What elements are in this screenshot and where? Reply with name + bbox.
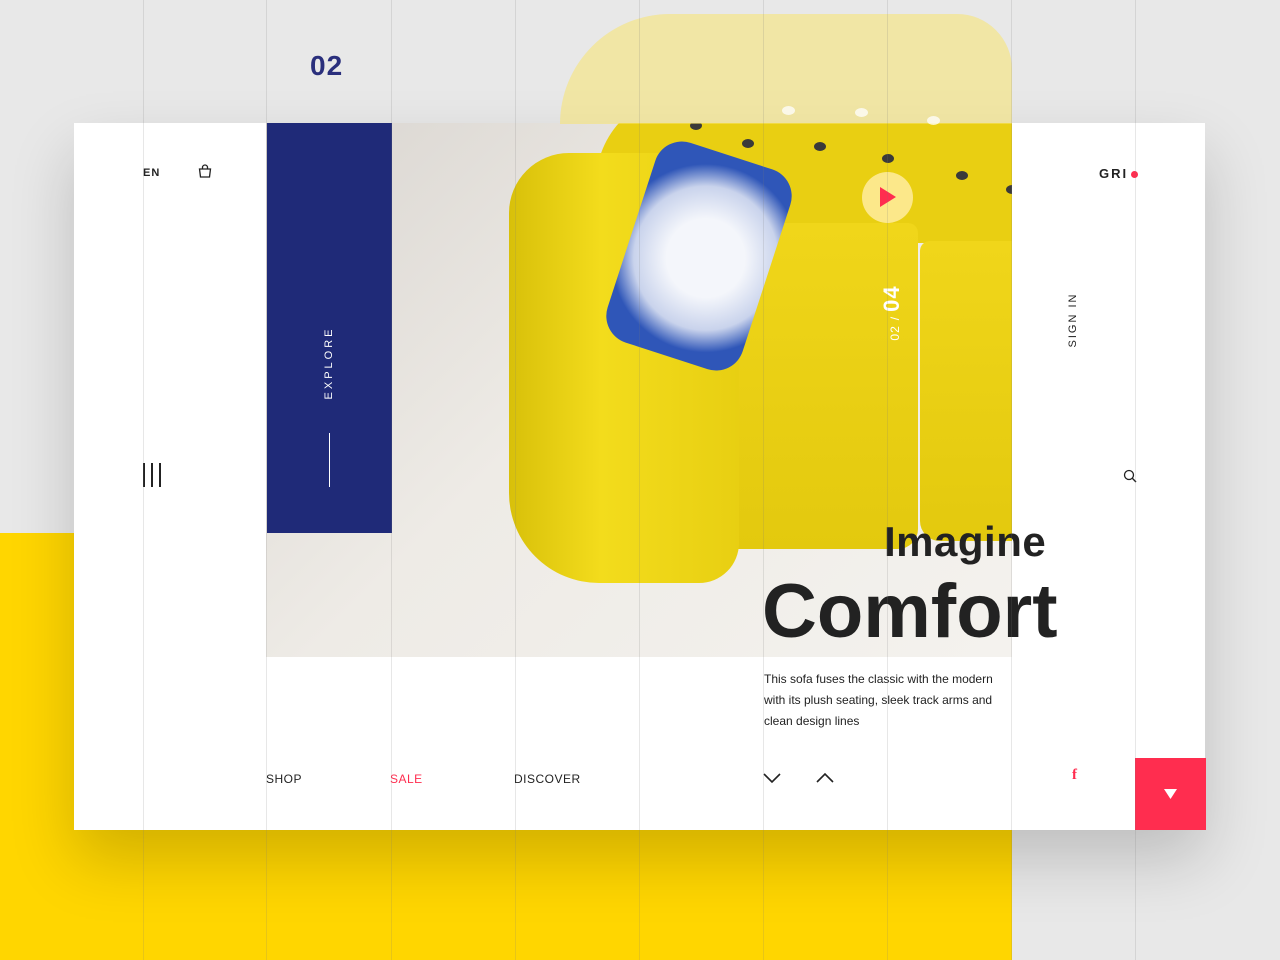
nav-shop[interactable]: SHOP bbox=[266, 772, 302, 786]
sofa-tuft bbox=[956, 171, 968, 180]
hero-description: This sofa fuses the classic with the mod… bbox=[764, 672, 993, 728]
chevron-up-icon[interactable] bbox=[816, 771, 834, 789]
hamburger-menu-icon[interactable] bbox=[143, 463, 163, 487]
main-card: EXPLORE bbox=[74, 123, 1205, 830]
slide-separator: / bbox=[888, 316, 902, 321]
sofa-tuft bbox=[882, 154, 894, 163]
play-icon bbox=[880, 187, 896, 207]
shopping-bag-icon[interactable] bbox=[198, 164, 212, 183]
sofa-tuft bbox=[814, 142, 826, 151]
scroll-down-button[interactable] bbox=[1135, 758, 1206, 830]
slide-counter: 02 / 04 bbox=[879, 285, 905, 340]
nav-sale[interactable]: SALE bbox=[390, 772, 423, 786]
facebook-icon[interactable]: f bbox=[1072, 767, 1077, 784]
triangle-down-icon bbox=[1164, 789, 1177, 799]
search-icon[interactable] bbox=[1123, 469, 1137, 488]
sofa-tuft bbox=[927, 116, 940, 125]
logo-dot bbox=[1131, 171, 1139, 179]
sofa-tuft bbox=[782, 106, 795, 115]
chevron-down-icon[interactable] bbox=[763, 771, 781, 789]
page-number: 02 bbox=[310, 50, 344, 81]
sofa-tuft bbox=[855, 108, 868, 117]
language-selector[interactable]: EN bbox=[143, 167, 160, 179]
logo-text: GRI bbox=[1099, 166, 1129, 181]
nav-discover[interactable]: DISCOVER bbox=[514, 772, 581, 786]
brand-logo[interactable]: GRI bbox=[1099, 166, 1139, 181]
hero-title-line2: Comfort bbox=[762, 569, 1058, 654]
explore-divider bbox=[329, 433, 330, 487]
play-button[interactable] bbox=[862, 172, 913, 223]
sign-in-link[interactable]: SIGN IN bbox=[1067, 293, 1079, 348]
explore-panel[interactable]: EXPLORE bbox=[267, 123, 392, 533]
sofa-tuft bbox=[1006, 185, 1012, 194]
slide-total: 04 bbox=[879, 285, 904, 312]
hero-title-line1: Imagine bbox=[884, 518, 1047, 565]
sofa-seat-cushion bbox=[920, 241, 1012, 541]
sofa-tuft bbox=[742, 139, 754, 148]
explore-link[interactable]: EXPLORE bbox=[323, 327, 335, 400]
slide-current: 02 bbox=[888, 325, 902, 341]
